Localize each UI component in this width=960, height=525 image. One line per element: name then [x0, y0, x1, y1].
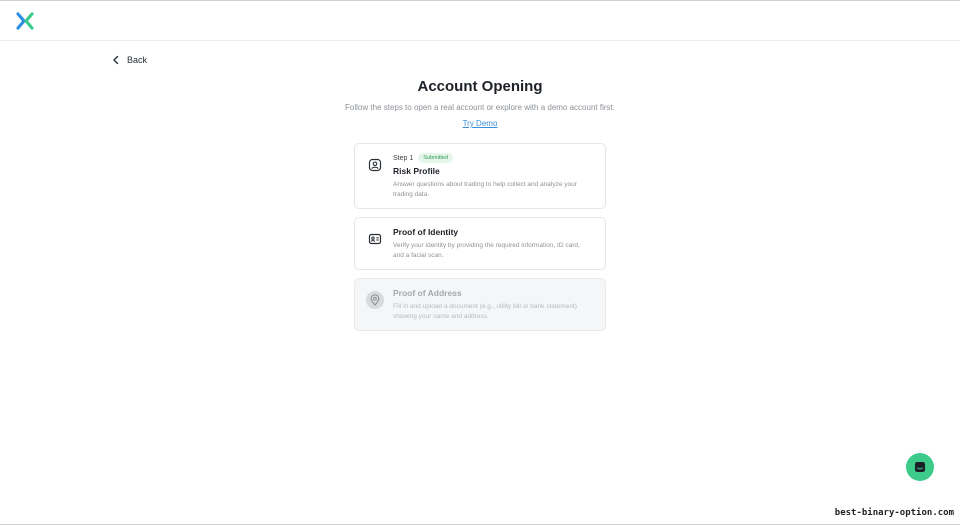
- card-description-line: showing your name and address.: [393, 313, 489, 320]
- top-bar: [0, 1, 960, 41]
- card-description-line: and a facial scan.: [393, 252, 444, 259]
- card-description: Answer questions about trading to help c…: [393, 180, 595, 200]
- back-button[interactable]: Back: [111, 55, 147, 65]
- card-description-line: trading data.: [393, 191, 430, 198]
- card-description: Fill in and upload a document (e.g., uti…: [393, 302, 595, 322]
- brand-logo-icon[interactable]: [15, 11, 35, 31]
- step-card-risk-profile[interactable]: Step 1 Submitted Risk Profile Answer que…: [354, 143, 606, 209]
- user-badge-icon: [366, 156, 384, 174]
- status-badge: Submitted: [418, 153, 454, 163]
- location-pin-icon: [366, 291, 384, 309]
- step-card-proof-of-identity[interactable]: Proof of Identity Verify your identity b…: [354, 217, 606, 270]
- back-label: Back: [127, 55, 148, 65]
- card-description: Verify your identity by providing the re…: [393, 241, 595, 261]
- page-frame: Back Account Opening Follow the steps to…: [0, 0, 960, 525]
- try-demo-link[interactable]: Try Demo: [0, 119, 960, 128]
- card-description-line: Verify your identity by providing the re…: [393, 242, 580, 249]
- card-title: Proof of Address: [393, 288, 462, 298]
- card-title: Proof of Identity: [393, 227, 459, 237]
- id-card-icon: [366, 230, 384, 248]
- card-description-line: Fill in and upload a document (e.g., uti…: [393, 303, 577, 310]
- step-label: Step 1: [393, 154, 414, 162]
- page-subtitle: Follow the steps to open a real account …: [345, 103, 615, 112]
- page-title: Account Opening: [417, 78, 543, 95]
- chevron-left-icon: [113, 55, 119, 65]
- card-title: Risk Profile: [393, 166, 440, 176]
- chat-icon: [915, 462, 925, 472]
- card-description-line: Answer questions about trading to help c…: [393, 181, 577, 188]
- chat-support-button[interactable]: [906, 453, 934, 481]
- watermark-text: best-binary-option.com: [834, 508, 954, 518]
- step-card-proof-of-address: Proof of Address Fill in and upload a do…: [354, 278, 606, 331]
